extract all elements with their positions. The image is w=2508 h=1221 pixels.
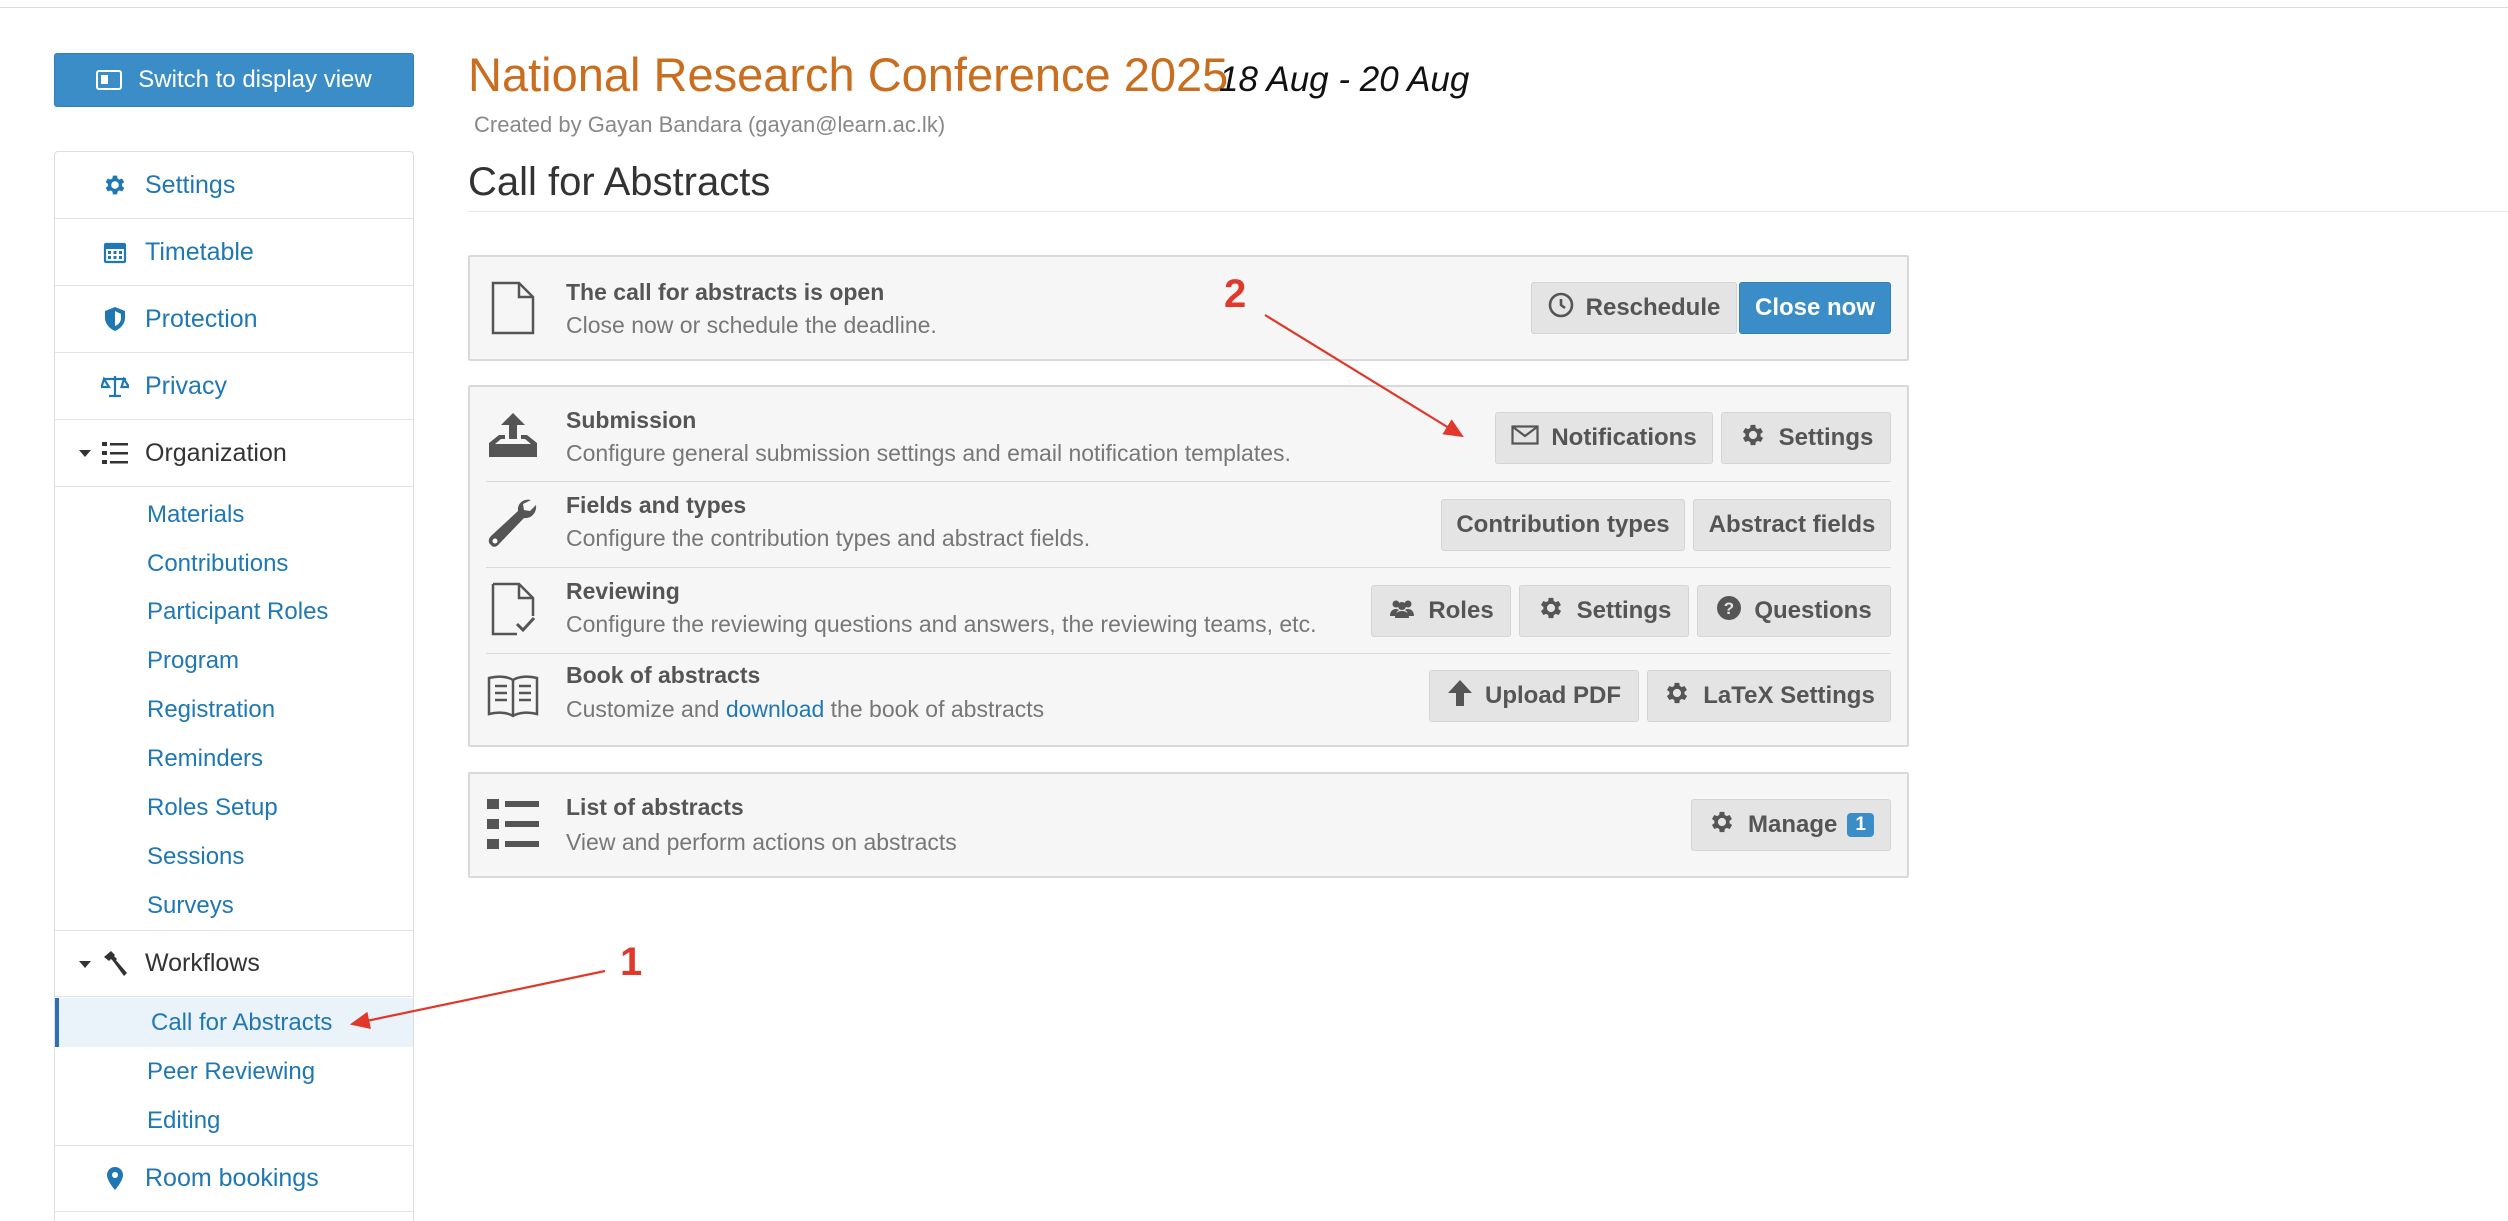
annotation-arrow-1 — [349, 969, 606, 1030]
annotation-arrow-2 — [1264, 314, 1464, 438]
annotation-arrows — [349, 314, 1464, 1030]
annotation-label-2: 2 — [1224, 272, 1247, 316]
annotation-label-1: 1 — [620, 940, 643, 984]
